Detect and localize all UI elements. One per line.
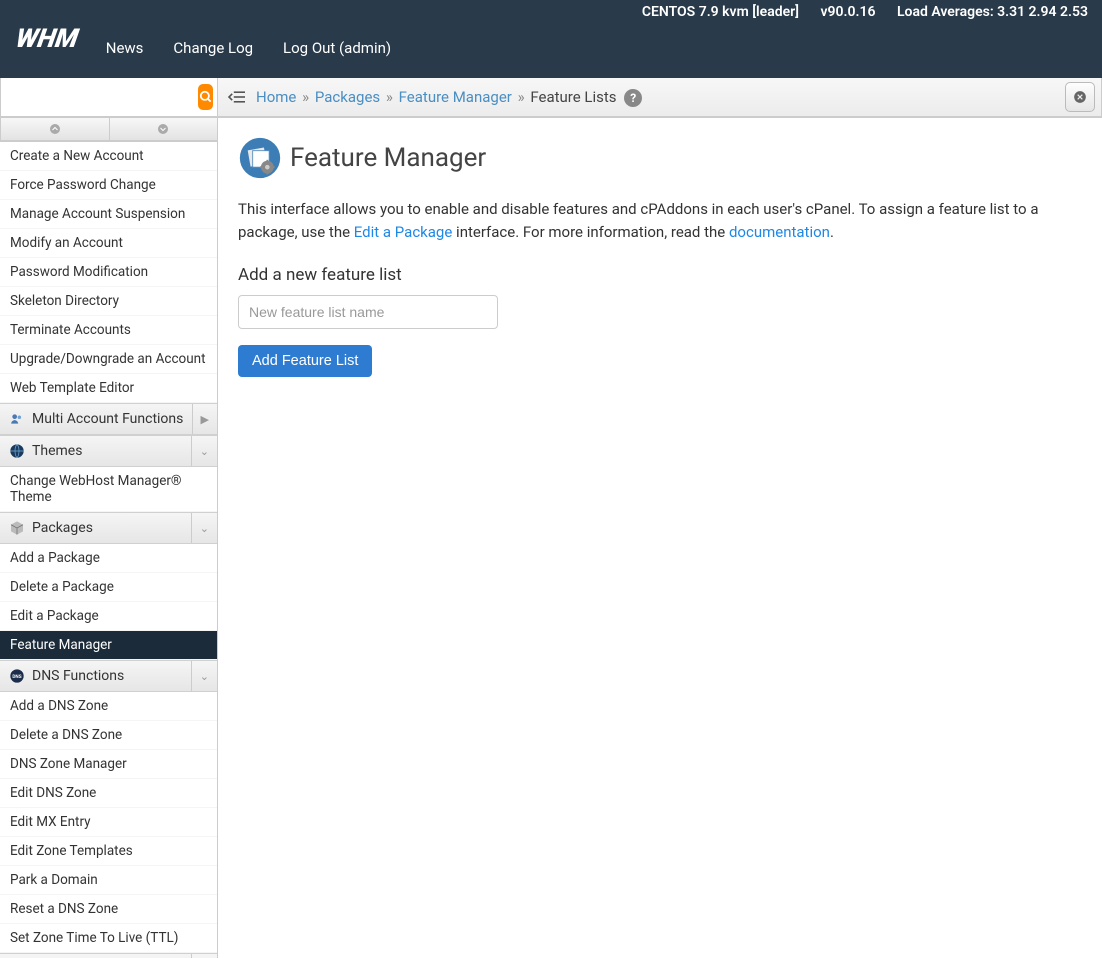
system-info: CENTOS 7.9 kvm [leader] bbox=[642, 4, 799, 20]
breadcrumb-feature-manager[interactable]: Feature Manager bbox=[399, 88, 512, 106]
sidebar[interactable]: Create a New Account Force Password Chan… bbox=[0, 142, 218, 958]
sidebar-header-packages[interactable]: Packages ⌄ bbox=[0, 512, 217, 544]
help-icon[interactable]: ? bbox=[624, 89, 642, 107]
feature-manager-icon bbox=[238, 136, 282, 180]
sidebar-header-multi-account[interactable]: Multi Account Functions ▶ bbox=[0, 403, 217, 435]
globe-icon bbox=[8, 442, 26, 460]
sidebar-header-dns[interactable]: DNS DNS Functions ⌄ bbox=[0, 660, 217, 692]
sidebar-item[interactable]: Skeleton Directory bbox=[0, 287, 217, 316]
sidebar-item-feature-manager[interactable]: Feature Manager bbox=[0, 631, 217, 660]
version: v90.0.16 bbox=[821, 4, 876, 20]
sidebar-item[interactable]: Delete a DNS Zone bbox=[0, 721, 217, 750]
close-panel-button[interactable] bbox=[1065, 82, 1095, 112]
chevron-down-icon: ⌄ bbox=[191, 661, 209, 691]
sidebar-item[interactable]: Add a DNS Zone bbox=[0, 692, 217, 721]
search-input[interactable] bbox=[5, 83, 198, 111]
nav-logout[interactable]: Log Out (admin) bbox=[283, 39, 391, 57]
chevron-down-icon: ⌄ bbox=[191, 513, 209, 543]
feature-list-name-input[interactable] bbox=[238, 295, 498, 329]
breadcrumb: Home » Packages » Feature Manager » Feat… bbox=[256, 88, 642, 107]
breadcrumb-packages[interactable]: Packages bbox=[315, 88, 380, 106]
sidebar-item[interactable]: Change WebHost Manager® Theme bbox=[0, 467, 217, 512]
sidebar-header-label: DNS Functions bbox=[32, 668, 124, 684]
chevron-down-icon bbox=[157, 123, 169, 135]
sidebar-header-email[interactable]: Email ⌄ bbox=[0, 953, 217, 958]
sidebar-item[interactable]: Edit a Package bbox=[0, 602, 217, 631]
sidebar-item[interactable]: Reset a DNS Zone bbox=[0, 895, 217, 924]
sidebar-item[interactable]: Password Modification bbox=[0, 258, 217, 287]
logo[interactable]: WHM bbox=[13, 24, 80, 54]
sidebar-toggle-button[interactable] bbox=[226, 86, 248, 108]
sidebar-item[interactable]: Upgrade/Downgrade an Account bbox=[0, 345, 217, 374]
sidebar-item[interactable]: Web Template Editor bbox=[0, 374, 217, 403]
breadcrumb-bar: Home » Packages » Feature Manager » Feat… bbox=[218, 78, 1102, 117]
toolbar-row: Home » Packages » Feature Manager » Feat… bbox=[0, 78, 1102, 118]
top-nav: News Change Log Log Out (admin) bbox=[106, 39, 391, 57]
sidebar-item[interactable]: Manage Account Suspension bbox=[0, 200, 217, 229]
main-content: Feature Manager This interface allows yo… bbox=[218, 118, 1102, 958]
section-label: Add a new feature list bbox=[238, 265, 1082, 285]
sidebar-item[interactable]: DNS Zone Manager bbox=[0, 750, 217, 779]
breadcrumb-current: Feature Lists bbox=[530, 88, 616, 106]
nav-changelog[interactable]: Change Log bbox=[173, 39, 253, 57]
sidebar-item[interactable]: Edit MX Entry bbox=[0, 808, 217, 837]
page-description: This interface allows you to enable and … bbox=[238, 198, 1082, 243]
sidebar-header-label: Themes bbox=[32, 443, 82, 459]
close-icon bbox=[1073, 90, 1087, 104]
nav-collapse-up[interactable] bbox=[0, 118, 109, 141]
sidebar-item[interactable]: Edit Zone Templates bbox=[0, 837, 217, 866]
page-header: Feature Manager bbox=[238, 136, 1082, 180]
box-icon bbox=[8, 519, 26, 537]
topbar-info: CENTOS 7.9 kvm [leader] v90.0.16 Load Av… bbox=[624, 4, 1088, 20]
load-averages: Load Averages: 3.31 2.94 2.53 bbox=[897, 4, 1088, 20]
sidebar-item[interactable]: Park a Domain bbox=[0, 866, 217, 895]
documentation-link[interactable]: documentation bbox=[729, 223, 830, 241]
chevron-down-icon: ⌄ bbox=[191, 436, 209, 466]
sidebar-header-label: Multi Account Functions bbox=[32, 411, 183, 427]
edit-package-link[interactable]: Edit a Package bbox=[354, 223, 453, 241]
sidebar-header-themes[interactable]: Themes ⌄ bbox=[0, 435, 217, 467]
topbar: CENTOS 7.9 kvm [leader] v90.0.16 Load Av… bbox=[0, 0, 1102, 78]
search-wrap bbox=[0, 78, 218, 117]
sidebar-header-label: Packages bbox=[32, 520, 93, 536]
menu-collapse-icon bbox=[227, 89, 247, 105]
chevron-down-icon: ⌄ bbox=[191, 954, 209, 958]
nav-news[interactable]: News bbox=[106, 39, 144, 57]
search-button[interactable] bbox=[198, 84, 213, 110]
nav-collapse-down[interactable] bbox=[109, 118, 219, 141]
chevron-up-icon bbox=[49, 123, 61, 135]
sidebar-item[interactable]: Add a Package bbox=[0, 544, 217, 573]
sidebar-item[interactable]: Force Password Change bbox=[0, 171, 217, 200]
nav-arrow-row bbox=[0, 118, 218, 142]
chevron-right-icon: ▶ bbox=[192, 404, 209, 434]
breadcrumb-home[interactable]: Home bbox=[256, 88, 296, 106]
sidebar-item[interactable]: Edit DNS Zone bbox=[0, 779, 217, 808]
page-title: Feature Manager bbox=[290, 143, 486, 173]
sidebar-item[interactable]: Set Zone Time To Live (TTL) bbox=[0, 924, 217, 953]
dns-icon: DNS bbox=[8, 667, 26, 685]
add-feature-list-button[interactable]: Add Feature List bbox=[238, 345, 372, 377]
sidebar-item[interactable]: Create a New Account bbox=[0, 142, 217, 171]
search-icon bbox=[199, 90, 213, 104]
users-icon bbox=[8, 410, 26, 428]
sidebar-item[interactable]: Delete a Package bbox=[0, 573, 217, 602]
sidebar-item[interactable]: Modify an Account bbox=[0, 229, 217, 258]
sidebar-item[interactable]: Terminate Accounts bbox=[0, 316, 217, 345]
svg-text:DNS: DNS bbox=[12, 674, 21, 680]
